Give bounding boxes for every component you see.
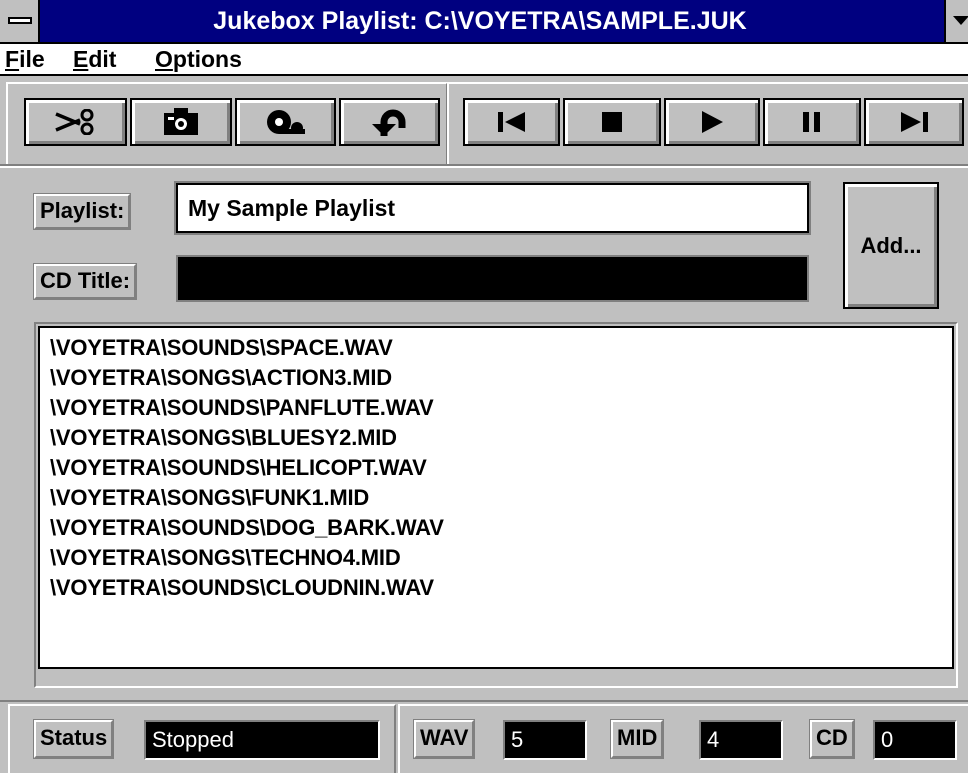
list-item[interactable]: \VOYETRA\SOUNDS\CLOUDNIN.WAV	[50, 573, 952, 603]
previous-button[interactable]	[463, 98, 560, 146]
menu-edit-mnemonic: E	[73, 46, 89, 72]
pause-button[interactable]	[763, 98, 861, 146]
menu-file[interactable]: File	[5, 44, 45, 76]
skip-back-icon	[497, 112, 525, 132]
menu-file-mnemonic: F	[5, 46, 20, 72]
list-item[interactable]: \VOYETRA\SONGS\FUNK1.MID	[50, 483, 952, 513]
menu-edit[interactable]: Edit	[73, 44, 116, 76]
list-item[interactable]: \VOYETRA\SONGS\TECHNO4.MID	[50, 543, 952, 573]
stop-icon	[602, 112, 622, 132]
menu-options[interactable]: Options	[155, 44, 242, 76]
mid-count-value: 4	[699, 720, 783, 760]
cd-count-value: 0	[873, 720, 957, 760]
list-item[interactable]: \VOYETRA\SOUNDS\PANFLUTE.WAV	[50, 393, 952, 423]
menu-options-rest: ptions	[172, 46, 242, 72]
play-icon	[702, 111, 723, 133]
skip-forward-icon	[901, 112, 928, 132]
undo-button[interactable]	[339, 98, 440, 146]
counts-panel: WAV 5 MID 4 CD 0	[398, 704, 968, 773]
file-list[interactable]: \VOYETRA\SOUNDS\SPACE.WAV \VOYETRA\SONGS…	[38, 326, 954, 669]
wav-count-label: WAV	[412, 719, 476, 759]
cd-count-label: CD	[809, 719, 855, 759]
add-button[interactable]: Add...	[843, 182, 939, 309]
play-button[interactable]	[664, 98, 760, 146]
status-panel: Status Stopped	[8, 704, 396, 773]
playlist-label: Playlist:	[32, 193, 132, 230]
status-value: Stopped	[144, 720, 380, 760]
camera-icon	[164, 108, 198, 135]
system-menu-icon[interactable]	[0, 0, 40, 42]
cd-title-label: CD Title:	[32, 263, 138, 300]
playlist-name-input[interactable]: My Sample Playlist	[174, 181, 811, 235]
menu-options-mnemonic: O	[155, 46, 173, 72]
mid-count-label: MID	[609, 719, 665, 759]
menu-file-rest: ile	[19, 46, 45, 72]
toolbar-divider	[0, 164, 968, 168]
list-item[interactable]: \VOYETRA\SONGS\BLUESY2.MID	[50, 423, 952, 453]
list-item[interactable]: \VOYETRA\SOUNDS\DOG_BARK.WAV	[50, 513, 952, 543]
list-item[interactable]: \VOYETRA\SOUNDS\SPACE.WAV	[50, 333, 952, 363]
scissors-icon	[54, 109, 93, 135]
title-bar[interactable]: Jukebox Playlist: C:\VOYETRA\SAMPLE.JUK	[0, 0, 968, 44]
menu-bar: File Edit Options	[0, 44, 968, 76]
window-title: Jukebox Playlist: C:\VOYETRA\SAMPLE.JUK	[213, 7, 747, 35]
pause-icon	[803, 112, 820, 132]
cut-button[interactable]	[24, 98, 127, 146]
stop-button[interactable]	[563, 98, 661, 146]
tape-icon	[266, 110, 305, 134]
list-item[interactable]: \VOYETRA\SOUNDS\HELICOPT.WAV	[50, 453, 952, 483]
record-button[interactable]	[235, 98, 336, 146]
toolbar	[6, 82, 968, 166]
minimize-arrow-icon[interactable]	[944, 0, 968, 42]
undo-icon	[371, 109, 405, 136]
cd-title-input[interactable]	[176, 255, 809, 302]
transport-group	[447, 82, 968, 166]
snapshot-button[interactable]	[130, 98, 232, 146]
next-button[interactable]	[864, 98, 964, 146]
wav-count-value: 5	[503, 720, 587, 760]
list-item[interactable]: \VOYETRA\SONGS\ACTION3.MID	[50, 363, 952, 393]
status-label: Status	[32, 719, 115, 759]
edit-tools-group	[6, 82, 448, 166]
menu-edit-rest: dit	[88, 46, 117, 72]
